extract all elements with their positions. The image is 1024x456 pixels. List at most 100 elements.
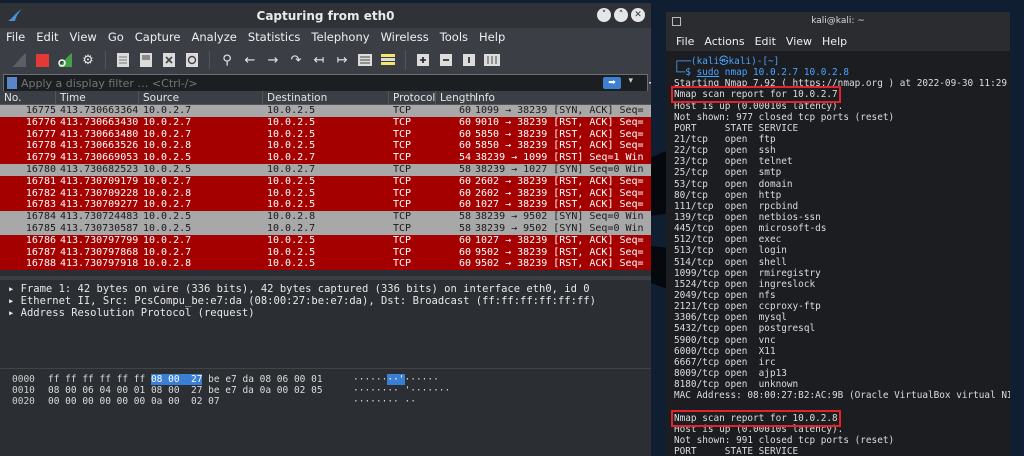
- hex-line[interactable]: 0000 ff ff ff ff ff ff 08 00 27 be e7 da …: [0, 374, 651, 385]
- packet-cell-len: 60: [458, 140, 471, 152]
- hex-line[interactable]: 0020 00 00 00 00 00 00 0a 00 02 07 ·······…: [0, 396, 651, 407]
- packet-row[interactable]: 16778 413.730663526 10.0.2.8 10.0.2.5 TCP 60 5…: [0, 140, 651, 153]
- terminal-line: 6667/tcp open irc: [674, 356, 776, 368]
- packet-cell-proto: TCP: [393, 234, 412, 246]
- terminal-line: 22/tcp open ssh: [674, 145, 776, 157]
- packet-cell-proto: TCP: [393, 199, 412, 211]
- terminal-titlebar[interactable]: kali@kali: ~: [666, 12, 1010, 31]
- detail-arp-row[interactable]: ▸ Address Resolution Protocol (request): [0, 307, 651, 319]
- command-sudo: sudo: [696, 67, 720, 79]
- menu-edit[interactable]: Edit: [36, 30, 58, 44]
- menu-tools[interactable]: Tools: [440, 30, 468, 44]
- autoscroll-icon[interactable]: [356, 51, 374, 69]
- first-packet-icon[interactable]: ↤: [310, 51, 328, 69]
- menu-help[interactable]: Help: [479, 30, 505, 44]
- close-button[interactable]: ✕: [631, 8, 645, 22]
- menu-telephony[interactable]: Telephony: [311, 30, 369, 44]
- shark-fin-start-icon[interactable]: [10, 51, 28, 69]
- apply-filter-arrow-icon[interactable]: ➡: [603, 77, 621, 89]
- column-header-info[interactable]: Info: [471, 91, 651, 104]
- packet-row[interactable]: 16784 413.730724483 10.0.2.5 10.0.2.8 TCP 58 3…: [0, 211, 651, 223]
- packet-row[interactable]: 16779 413.730669053 10.0.2.5 10.0.2.7 TCP 54 3…: [0, 152, 651, 164]
- go-forward-arrow-icon[interactable]: →: [264, 51, 282, 69]
- menu-file[interactable]: File: [6, 30, 25, 44]
- scan-report-highlight-1: Nmap scan report for 10.0.2.7: [671, 86, 841, 104]
- zoom-out-icon[interactable]: [437, 51, 455, 69]
- toolbar-separator: [209, 51, 210, 69]
- packet-row[interactable]: 16775 413.730663364 10.0.2.7 10.0.2.5 TCP 60 1…: [0, 105, 651, 117]
- terminal-window-icon: [672, 17, 681, 26]
- terminal-menu-help[interactable]: Help: [822, 35, 847, 48]
- column-header-no[interactable]: No.: [0, 91, 56, 104]
- packet-cell-info: 2602 → 38239 [RST, ACK] Seq=: [475, 187, 644, 199]
- stop-capture-icon[interactable]: [33, 51, 51, 69]
- go-to-packet-icon[interactable]: ↷: [287, 51, 305, 69]
- column-header-time[interactable]: Time: [56, 91, 139, 104]
- terminal-menu-file[interactable]: File: [676, 35, 694, 48]
- column-header-protocol[interactable]: Protocol: [389, 91, 436, 104]
- detail-ethernet-row[interactable]: ▸ Ethernet II, Src: PcsCompu_be:e7:da (0…: [0, 295, 651, 307]
- packet-row[interactable]: 16777 413.730663480 10.0.2.7 10.0.2.5 TCP 60 5…: [0, 128, 651, 141]
- reload-file-icon[interactable]: [183, 51, 201, 69]
- save-file-icon[interactable]: [137, 51, 155, 69]
- display-filter-input[interactable]: [21, 76, 581, 90]
- menu-analyze[interactable]: Analyze: [192, 30, 237, 44]
- maximize-button[interactable]: ˄: [614, 8, 628, 22]
- output-block-2: Host is up (0.00010s latency). Not shown:…: [674, 101, 1010, 413]
- packet-cell-src: 10.0.2.5: [143, 211, 192, 223]
- add-filter-button-plus-icon[interactable]: +: [648, 73, 651, 92]
- open-file-icon[interactable]: [114, 51, 132, 69]
- packet-cell-len: 60: [458, 128, 471, 140]
- packet-cell-info: 38239 → 9502 [SYN] Seq=0 Win: [475, 211, 644, 223]
- close-file-icon[interactable]: [160, 51, 178, 69]
- packet-row[interactable]: 16785 413.730730587 10.0.2.5 10.0.2.7 TCP 58 3…: [0, 222, 651, 235]
- terminal-menu-view[interactable]: View: [786, 35, 812, 48]
- hex-ascii-asc_pre: ········ ··: [353, 396, 416, 407]
- capture-options-gear-icon[interactable]: ⚙: [79, 51, 97, 69]
- restart-capture-icon[interactable]: [56, 51, 74, 69]
- packet-row[interactable]: 16782 413.730709228 10.0.2.8 10.0.2.5 TCP 60 2…: [0, 187, 651, 200]
- packet-cell-time: 413.730663364: [60, 105, 139, 116]
- packet-cell-src: 10.0.2.7: [143, 199, 192, 211]
- normal-size-icon[interactable]: [460, 51, 478, 69]
- last-packet-icon[interactable]: ↦: [333, 51, 351, 69]
- column-header-length[interactable]: Length: [436, 91, 476, 104]
- packet-row[interactable]: 16781 413.730709179 10.0.2.7 10.0.2.5 TCP 60 2…: [0, 175, 651, 188]
- wireshark-titlebar[interactable]: Capturing from eth0 ˅ ˄ ✕: [0, 3, 651, 28]
- packet-row[interactable]: 16776 413.730663430 10.0.2.7 10.0.2.5 TCP 60 9…: [0, 116, 651, 129]
- terminal-line: 6000/tcp open X11: [674, 345, 776, 357]
- zoom-in-icon[interactable]: [414, 51, 432, 69]
- packet-row[interactable]: 16786 413.730797799 10.0.2.7 10.0.2.5 TCP 60 1…: [0, 234, 651, 247]
- menu-statistics[interactable]: Statistics: [248, 30, 301, 44]
- minimize-button[interactable]: ˅: [597, 8, 611, 22]
- terminal-menu-edit[interactable]: Edit: [755, 35, 776, 48]
- menu-go[interactable]: Go: [108, 30, 124, 44]
- command-rest: nmap 10.0.2.7 10.0.2.8: [719, 67, 849, 79]
- menu-wireless[interactable]: Wireless: [381, 30, 429, 44]
- packet-cell-no: 16786: [25, 234, 56, 246]
- packet-cell-no: 16776: [25, 116, 56, 128]
- packet-cell-proto: TCP: [393, 258, 412, 270]
- terminal-menu-actions[interactable]: Actions: [704, 35, 744, 48]
- resize-columns-icon[interactable]: [483, 51, 501, 69]
- column-header-destination[interactable]: Destination: [263, 91, 389, 104]
- prompt-prefix: └─$: [674, 67, 697, 79]
- filter-history-dropdown-icon[interactable]: ▾: [628, 76, 633, 86]
- column-header-source[interactable]: Source: [139, 91, 263, 104]
- packet-cell-proto: TCP: [393, 187, 412, 199]
- bookmark-icon[interactable]: [7, 77, 17, 89]
- find-packet-search-icon[interactable]: ⚲: [218, 51, 236, 69]
- packet-row[interactable]: 16788 413.730797918 10.0.2.8 10.0.2.5 TCP 60 9…: [0, 258, 651, 271]
- terminal-output[interactable]: ┌──(kali㉿kali)-[~] └─$ sudo nmap 10.0.2.…: [666, 51, 1010, 456]
- packet-cell-proto: TCP: [393, 163, 412, 175]
- detail-frame-row[interactable]: ▸ Frame 1: 42 bytes on wire (336 bits), …: [0, 283, 651, 295]
- packet-row[interactable]: 16783 413.730709277 10.0.2.7 10.0.2.5 TCP 60 1…: [0, 199, 651, 212]
- packet-row[interactable]: 16787 413.730797868 10.0.2.7 10.0.2.5 TCP 60 9…: [0, 246, 651, 259]
- hex-line[interactable]: 0010 08 00 06 04 00 01 08 00 27 be e7 da …: [0, 385, 651, 396]
- terminal-line: 21/tcp open ftp: [674, 133, 776, 145]
- go-back-arrow-icon[interactable]: ←: [241, 51, 259, 69]
- packet-row[interactable]: 16780 413.730682523 10.0.2.5 10.0.2.7 TCP 58 3…: [0, 163, 651, 176]
- colorize-icon[interactable]: [379, 51, 397, 69]
- menu-view[interactable]: View: [70, 30, 97, 44]
- menu-capture[interactable]: Capture: [135, 30, 181, 44]
